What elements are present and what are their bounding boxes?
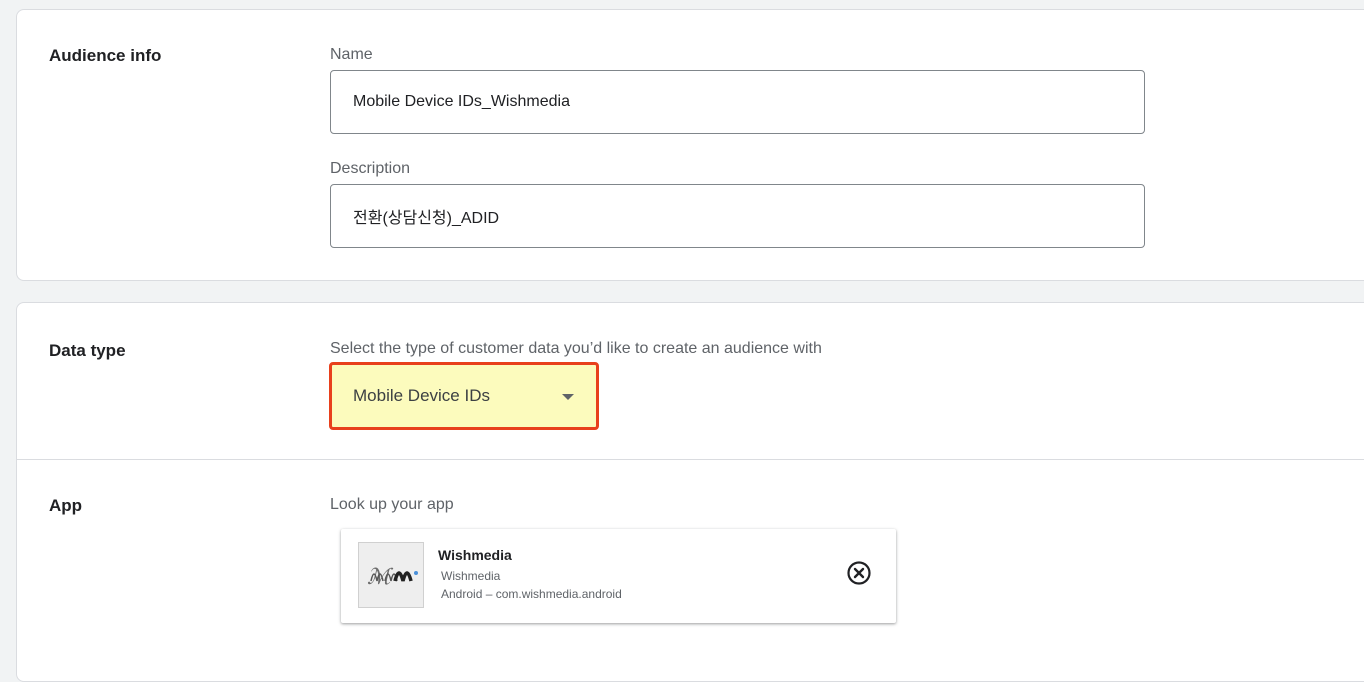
app-name: Wishmedia bbox=[438, 547, 512, 563]
description-input[interactable]: 전환(상담신청)_ADID bbox=[330, 184, 1145, 248]
wishmedia-logo: ℳ bbox=[358, 542, 424, 608]
data-type-prompt: Select the type of customer data you’d l… bbox=[330, 340, 822, 357]
section-divider bbox=[17, 459, 1364, 460]
description-label: Description bbox=[330, 160, 411, 177]
selected-app-card[interactable]: ℳ Wishmedia Wishmedia Android – com.wish… bbox=[341, 529, 896, 623]
data-type-card: Data type Select the type of customer da… bbox=[16, 302, 1364, 682]
name-label: Name bbox=[330, 46, 373, 63]
close-circle-icon bbox=[847, 561, 871, 585]
name-input[interactable]: Mobile Device IDs_Wishmedia bbox=[330, 70, 1145, 134]
app-publisher: Wishmedia bbox=[441, 569, 501, 583]
caret-down-icon bbox=[562, 394, 574, 400]
audience-info-card: Audience info Name Mobile Device IDs_Wis… bbox=[16, 9, 1364, 281]
data-type-title: Data type bbox=[49, 341, 126, 360]
app-title: App bbox=[49, 496, 83, 515]
app-platform: Android – com.wishmedia.android bbox=[441, 587, 622, 601]
data-type-dropdown[interactable]: Mobile Device IDs bbox=[329, 362, 599, 430]
name-input-value: Mobile Device IDs_Wishmedia bbox=[353, 93, 570, 110]
description-input-value: 전환(상담신청)_ADID bbox=[353, 210, 500, 227]
data-type-selected-value: Mobile Device IDs bbox=[353, 386, 490, 405]
remove-app-button[interactable] bbox=[845, 559, 873, 587]
app-lookup-prompt: Look up your app bbox=[330, 496, 454, 513]
audience-info-title: Audience info bbox=[49, 46, 162, 65]
